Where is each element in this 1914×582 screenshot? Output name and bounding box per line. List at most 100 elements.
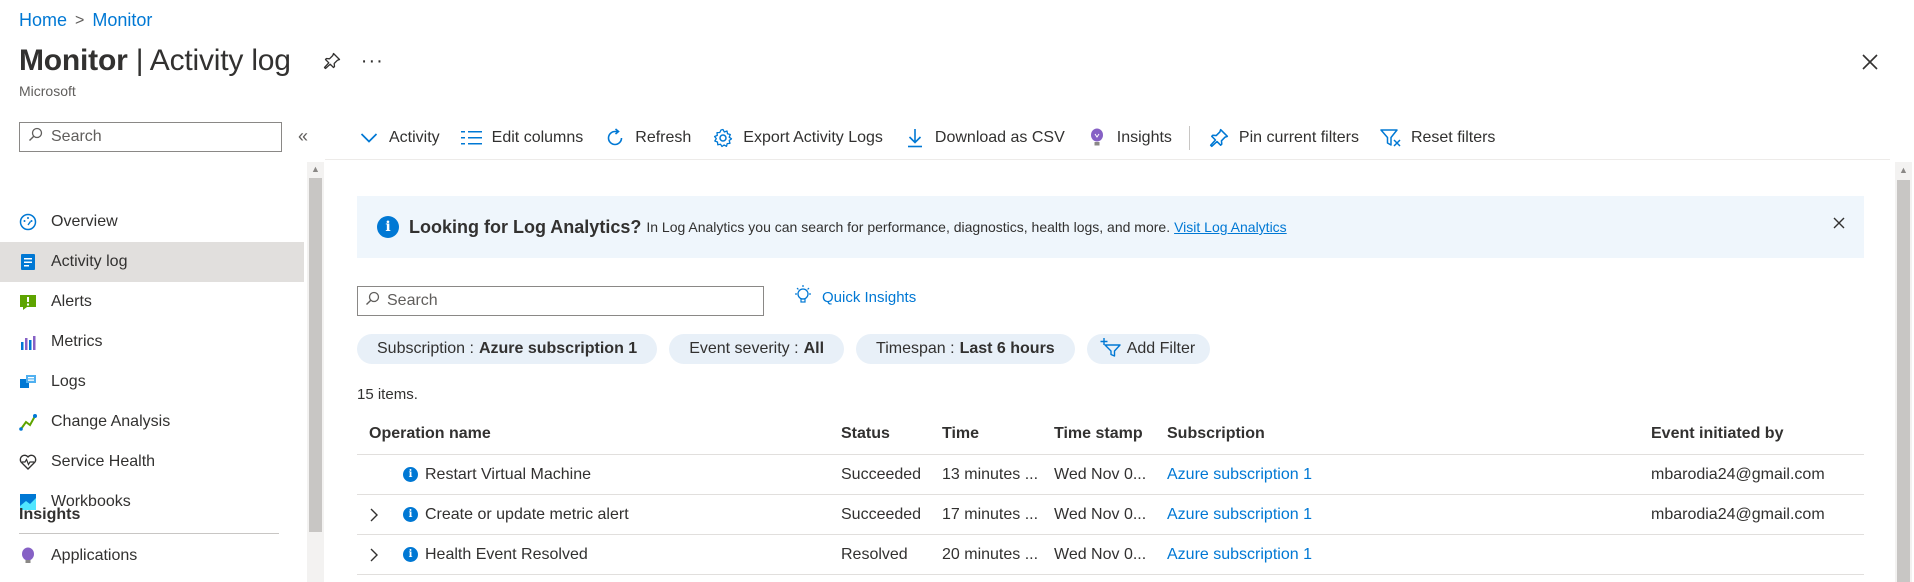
- search-icon: [28, 127, 43, 147]
- add-filter-label: Add Filter: [1126, 340, 1196, 357]
- activity-search-input[interactable]: Search: [357, 286, 764, 316]
- close-banner-icon[interactable]: [1832, 216, 1850, 234]
- reset-filters-button[interactable]: Reset filters: [1380, 127, 1495, 149]
- activity-label: Activity: [389, 129, 440, 146]
- applications-bulb-icon: [19, 547, 37, 565]
- subscription-link[interactable]: Azure subscription 1: [1167, 466, 1312, 483]
- filter-pill-timespan[interactable]: Timespan : Last 6 hours: [856, 334, 1075, 364]
- cell-subscription: Azure subscription 1: [1167, 466, 1651, 484]
- sidebar-item-metrics[interactable]: Metrics: [0, 322, 304, 362]
- column-header-operation-name[interactable]: Operation name: [357, 425, 841, 443]
- subscription-link[interactable]: Azure subscription 1: [1167, 506, 1312, 523]
- edit-columns-button[interactable]: Edit columns: [460, 127, 583, 149]
- table-header: Operation name Status Time Time stamp Su…: [357, 414, 1864, 455]
- activity-log-table: Operation name Status Time Time stamp Su…: [357, 414, 1864, 575]
- table-row[interactable]: i Health Event Resolved Resolved 20 minu…: [357, 535, 1864, 575]
- column-header-time[interactable]: Time: [942, 425, 1054, 443]
- cell-time: 17 minutes ...: [942, 505, 1039, 523]
- sidebar-search-input[interactable]: Search: [19, 122, 282, 152]
- info-icon: i: [377, 216, 399, 238]
- sidebar-item-alerts[interactable]: Alerts: [0, 282, 304, 322]
- cell-status: Resolved: [841, 545, 908, 563]
- activity-search-placeholder: Search: [387, 292, 438, 309]
- sidebar-item-label: Applications: [51, 547, 138, 564]
- add-filter-icon: [1099, 337, 1121, 362]
- reset-filters-label: Reset filters: [1410, 129, 1496, 146]
- sidebar-scrollbar-thumb[interactable]: [309, 178, 322, 532]
- filter-pill-subscription[interactable]: Subscription : Azure subscription 1: [357, 334, 658, 364]
- sidebar-item-activity-log[interactable]: Activity log: [0, 242, 304, 282]
- visit-log-analytics-link[interactable]: Visit Log Analytics: [1174, 219, 1287, 235]
- filter-pill-event-severity[interactable]: Event severity : All: [669, 334, 845, 364]
- main-scrollbar-thumb[interactable]: [1897, 180, 1910, 582]
- cell-timestamp: Wed Nov 0...: [1054, 465, 1147, 483]
- sidebar-search-placeholder: Search: [51, 128, 102, 145]
- close-icon[interactable]: [1860, 52, 1884, 76]
- add-filter-button[interactable]: Add Filter: [1086, 334, 1211, 364]
- table-row[interactable]: i Restart Virtual Machine Succeeded 13 m…: [357, 455, 1864, 495]
- sidebar-item-change-analysis[interactable]: Change Analysis: [0, 402, 304, 442]
- info-icon: i: [403, 467, 418, 482]
- log-analytics-banner: i Looking for Log Analytics? In Log Anal…: [357, 196, 1864, 258]
- download-csv-button[interactable]: Download as CSV: [904, 127, 1065, 149]
- more-options-icon[interactable]: ···: [361, 50, 384, 73]
- sidebar-item-applications[interactable]: Applications: [0, 536, 304, 576]
- main-scrollbar[interactable]: ▲: [1895, 162, 1912, 582]
- sidebar-item-label: Service Health: [51, 453, 156, 470]
- activity-toggle-button[interactable]: Activity: [358, 127, 440, 149]
- sidebar-item-overview[interactable]: Overview: [0, 202, 304, 242]
- metrics-icon: [19, 333, 37, 351]
- cell-timestamp: Wed Nov 0...: [1054, 545, 1147, 563]
- sidebar-insights-list: Applications: [0, 536, 304, 576]
- filter-label: Subscription :: [377, 340, 474, 357]
- filter-value: Azure subscription 1: [478, 340, 638, 357]
- pin-icon: [1208, 127, 1230, 149]
- quick-insights-button[interactable]: Quick Insights: [792, 284, 916, 310]
- banner-heading: Looking for Log Analytics?: [409, 216, 642, 237]
- gear-icon: [712, 127, 734, 149]
- scroll-up-arrow-icon[interactable]: ▲: [311, 164, 320, 174]
- chevron-right-icon[interactable]: [369, 548, 395, 562]
- page-title-separator: |: [127, 44, 150, 77]
- info-icon: i: [403, 547, 418, 562]
- command-toolbar: Activity Edit columns Refresh Export Act…: [358, 124, 1516, 152]
- operation-name: Create or update metric alert: [425, 505, 629, 523]
- scroll-up-arrow-icon[interactable]: ▲: [1899, 165, 1908, 175]
- breadcrumb-monitor-link[interactable]: Monitor: [92, 10, 152, 31]
- page-title-main: Monitor: [19, 44, 128, 77]
- column-header-subscription[interactable]: Subscription: [1167, 425, 1651, 443]
- lightbulb-icon: [792, 284, 814, 310]
- sidebar-item-label: Change Analysis: [51, 413, 171, 430]
- subscription-link[interactable]: Azure subscription 1: [1167, 546, 1312, 563]
- sidebar-item-logs[interactable]: Logs: [0, 362, 304, 402]
- title-row: Monitor | Activity log ···: [19, 44, 384, 78]
- pin-filters-label: Pin current filters: [1238, 129, 1359, 146]
- page-title-sub: Activity log: [149, 44, 291, 77]
- table-row[interactable]: i Create or update metric alert Succeede…: [357, 495, 1864, 535]
- cell-time: 20 minutes ...: [942, 545, 1039, 563]
- filter-pills: Subscription : Azure subscription 1 Event…: [357, 334, 1211, 364]
- cell-operation: i Health Event Resolved: [357, 546, 841, 564]
- operation-name: Restart Virtual Machine: [425, 465, 591, 483]
- breadcrumb-home-link[interactable]: Home: [19, 10, 67, 31]
- reset-filter-icon: [1380, 127, 1402, 149]
- breadcrumb: Home > Monitor: [19, 10, 152, 31]
- column-header-status[interactable]: Status: [841, 425, 942, 443]
- export-activity-logs-button[interactable]: Export Activity Logs: [712, 127, 883, 149]
- pin-current-filters-button[interactable]: Pin current filters: [1208, 127, 1359, 149]
- sidebar-item-label: Alerts: [51, 293, 92, 310]
- pin-icon[interactable]: [321, 50, 343, 72]
- refresh-button[interactable]: Refresh: [604, 127, 691, 149]
- info-icon: i: [403, 507, 418, 522]
- column-header-time-stamp[interactable]: Time stamp: [1054, 425, 1167, 443]
- column-header-event-initiated-by[interactable]: Event initiated by: [1651, 425, 1864, 443]
- chevron-right-icon[interactable]: [369, 508, 395, 522]
- cell-status: Succeeded: [841, 465, 922, 483]
- items-count: 15 items.: [357, 386, 418, 403]
- collapse-sidebar-icon[interactable]: «: [298, 126, 308, 147]
- sidebar-item-service-health[interactable]: Service Health: [0, 442, 304, 482]
- service-health-icon: [19, 453, 37, 471]
- filter-label: Event severity :: [689, 340, 799, 357]
- sidebar-scrollbar[interactable]: ▲: [307, 162, 324, 582]
- insights-button[interactable]: Insights: [1086, 127, 1172, 149]
